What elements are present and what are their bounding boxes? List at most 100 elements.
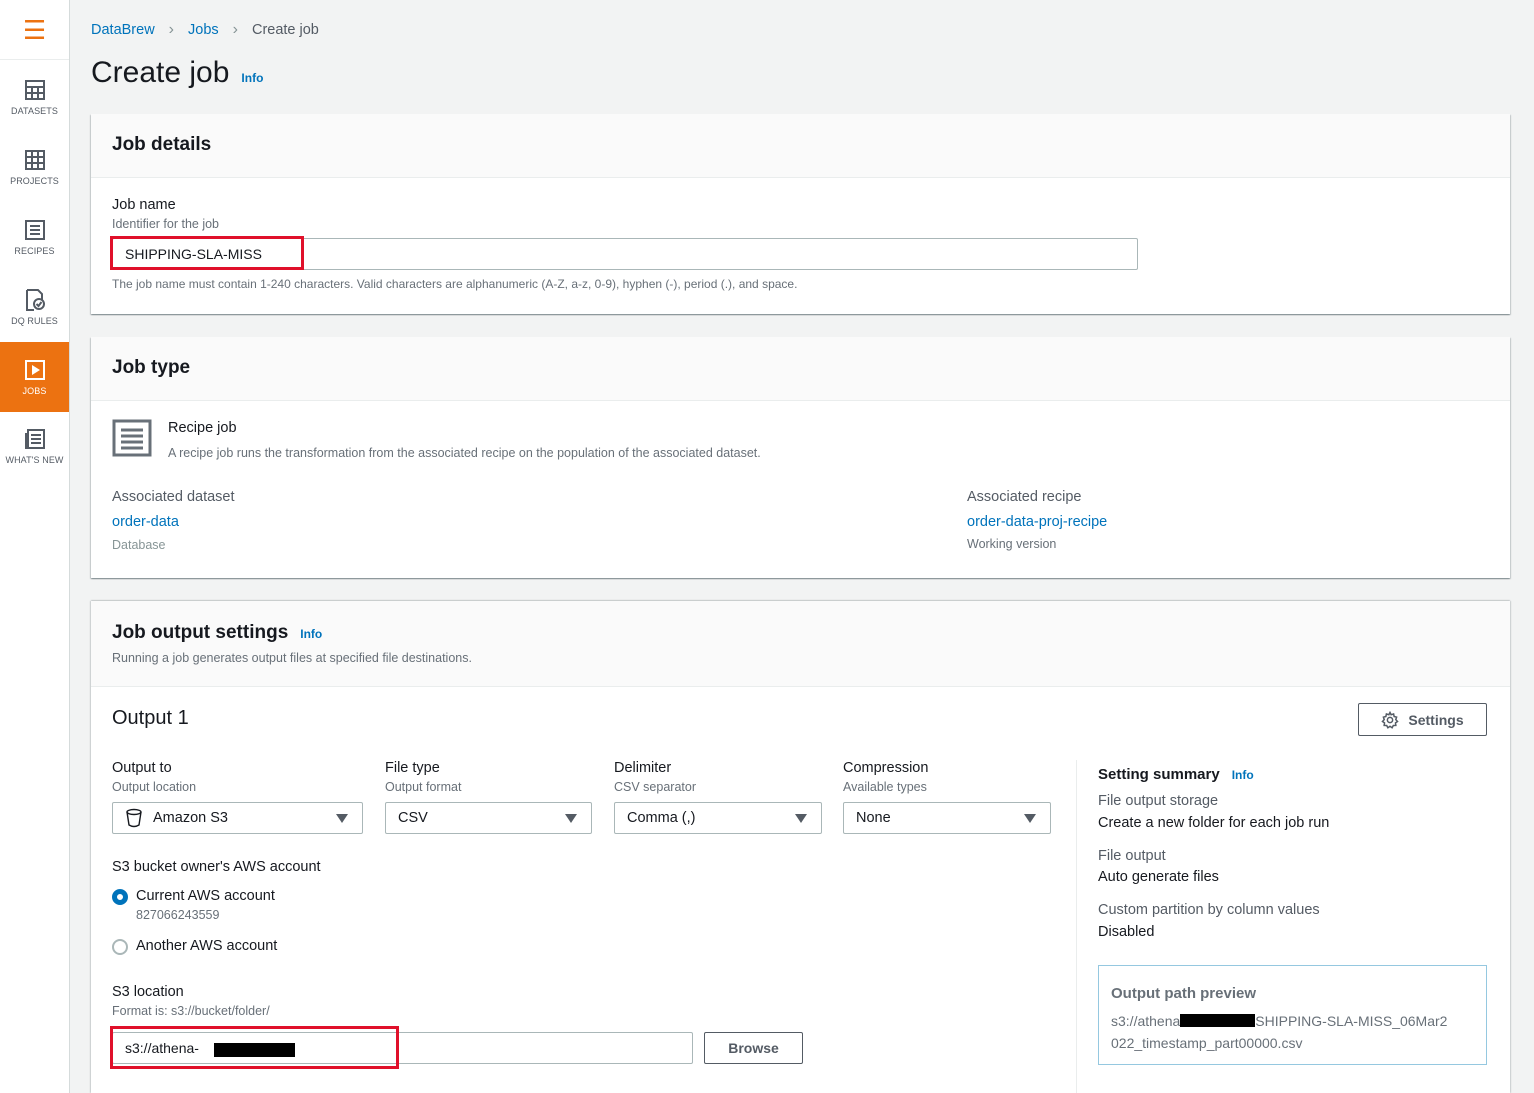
highlight-box <box>110 236 304 270</box>
sidebar-item-label: RECIPES <box>14 246 55 256</box>
breadcrumb-jobs[interactable]: Jobs <box>188 22 219 38</box>
dq-rules-icon <box>25 289 45 311</box>
current-account-id: 827066243559 <box>136 908 220 922</box>
job-type-title: Job type <box>112 357 191 378</box>
job-details-header: Job details <box>91 114 1510 178</box>
settings-button-label: Settings <box>1408 711 1464 728</box>
file-output-label: File output <box>1098 848 1166 864</box>
radio-current-account-label: Current AWS account <box>136 888 275 904</box>
sidebar-item-label: WHAT'S NEW <box>5 455 64 465</box>
chevron-right-icon: › <box>168 21 174 38</box>
custom-partition-label: Custom partition by column values <box>1098 902 1320 918</box>
redacted-block <box>1180 1014 1256 1027</box>
output-settings-info-link[interactable]: Info <box>300 627 322 641</box>
job-output-settings-description: Running a job generates output files at … <box>112 651 472 665</box>
job-name-description: Identifier for the job <box>112 217 220 231</box>
output-to-value: Amazon S3 <box>153 810 228 826</box>
setting-summary-heading: Setting summary Info <box>1098 766 1254 783</box>
hamburger-menu-icon: ☰ <box>22 14 47 45</box>
caret-down-icon <box>1024 814 1036 823</box>
job-details-panel: Job details Job name Identifier for the … <box>91 114 1510 314</box>
radio-current-account[interactable] <box>112 889 128 905</box>
sidebar-item-dq-rules[interactable]: DQ RULES <box>0 272 69 342</box>
breadcrumb-current: Create job <box>251 22 319 38</box>
s3-location-label: S3 location <box>112 984 184 1000</box>
chevron-right-icon: › <box>232 21 238 38</box>
compression-value: None <box>856 810 891 826</box>
file-output-storage-label: File output storage <box>1098 793 1219 809</box>
sidebar-item-recipes[interactable]: RECIPES <box>0 202 69 272</box>
sidebar-item-label: PROJECTS <box>10 176 59 186</box>
setting-summary-info-link[interactable]: Info <box>1232 768 1254 782</box>
radio-another-account-label: Another AWS account <box>136 938 278 954</box>
gear-icon <box>1381 710 1400 729</box>
sidebar-item-projects[interactable]: PROJECTS <box>0 132 69 202</box>
file-type-value: CSV <box>398 810 428 826</box>
caret-down-icon <box>565 814 577 823</box>
compression-select[interactable]: None <box>843 802 1051 834</box>
sidebar-item-datasets[interactable]: DATASETS <box>0 62 69 132</box>
file-output-value: Auto generate files <box>1098 869 1219 885</box>
breadcrumb: DataBrew › Jobs › Create job <box>91 21 319 39</box>
output-path-preview-line1: s3://athena SHIPPING-SLA-MISS_06Mar2 <box>1111 1013 1447 1029</box>
output-title: Output 1 <box>112 707 189 729</box>
associated-dataset-link[interactable]: order-data <box>112 514 179 530</box>
associated-dataset-label: Associated dataset <box>112 489 235 505</box>
associated-recipe-link[interactable]: order-data-proj-recipe <box>967 514 1107 530</box>
file-type-description: Output format <box>385 780 462 794</box>
output-path-preview-box: Output path preview s3://athena SHIPPING-… <box>1098 965 1487 1065</box>
recipe-list-icon <box>24 220 45 240</box>
job-name-constraint: The job name must contain 1-240 characte… <box>112 277 798 291</box>
settings-button[interactable]: Settings <box>1358 703 1487 736</box>
job-details-title: Job details <box>112 134 212 155</box>
radio-another-account[interactable] <box>112 939 128 955</box>
sidebar-item-jobs[interactable]: JOBS <box>0 342 69 412</box>
hamburger-menu-button[interactable]: ☰ <box>0 0 69 60</box>
compression-label: Compression <box>843 760 929 776</box>
delimiter-label: Delimiter <box>614 760 672 776</box>
caret-down-icon <box>795 814 807 823</box>
compression-description: Available types <box>843 780 927 794</box>
delimiter-value: Comma (,) <box>627 810 696 826</box>
output-path-suffix: SHIPPING-SLA-MISS_06Mar2 <box>1255 1013 1448 1029</box>
file-output-storage-value: Create a new folder for each job run <box>1098 815 1330 831</box>
delimiter-select[interactable]: Comma (,) <box>614 802 822 834</box>
main-content: DataBrew › Jobs › Create job Create job … <box>70 0 1534 1093</box>
news-icon <box>24 429 45 449</box>
output-path-preview-line2: 022_timestamp_part00000.csv <box>1111 1035 1303 1051</box>
setting-summary-title: Setting summary <box>1098 766 1220 783</box>
custom-partition-value: Disabled <box>1098 924 1155 940</box>
page-title-text: Create job <box>91 56 230 89</box>
recipe-job-icon <box>112 419 152 457</box>
job-type-header: Job type <box>91 337 1510 401</box>
breadcrumb-databrew[interactable]: DataBrew <box>91 22 155 38</box>
output-to-description: Output location <box>112 780 197 794</box>
associated-recipe-label: Associated recipe <box>967 489 1082 505</box>
bucket-owner-label: S3 bucket owner's AWS account <box>112 859 321 875</box>
job-output-settings-panel: Job output settings Info Running a job g… <box>91 601 1510 1093</box>
job-output-settings-header: Job output settings Info Running a job g… <box>91 601 1510 687</box>
caret-down-icon <box>336 814 348 823</box>
job-name-label: Job name <box>112 197 176 213</box>
sidebar-item-label: JOBS <box>22 386 47 396</box>
grid-icon <box>24 150 45 170</box>
file-type-label: File type <box>385 760 440 776</box>
page-title: Create job Info <box>91 56 263 90</box>
job-type-panel: Job type Recipe job A recipe job runs th… <box>91 337 1510 578</box>
delimiter-description: CSV separator <box>614 780 696 794</box>
output-path-preview-title: Output path preview <box>1111 985 1257 1002</box>
browse-button[interactable]: Browse <box>704 1032 803 1064</box>
sidebar-item-whats-new[interactable]: WHAT'S NEW <box>0 411 69 481</box>
s3-location-description: Format is: s3://bucket/folder/ <box>112 1004 270 1018</box>
recipe-job-title: Recipe job <box>168 420 237 436</box>
page-info-link[interactable]: Info <box>241 71 263 85</box>
sidebar-item-label: DATASETS <box>11 106 58 116</box>
output-to-label: Output to <box>112 760 172 776</box>
associated-dataset-source: Database <box>112 538 166 552</box>
file-type-select[interactable]: CSV <box>385 802 592 834</box>
bucket-icon <box>126 808 142 828</box>
output-to-select[interactable]: Amazon S3 <box>112 802 363 834</box>
recipe-job-description: A recipe job runs the transformation fro… <box>168 446 761 460</box>
table-icon <box>24 80 45 100</box>
sidebar-item-label: DQ RULES <box>11 316 58 326</box>
